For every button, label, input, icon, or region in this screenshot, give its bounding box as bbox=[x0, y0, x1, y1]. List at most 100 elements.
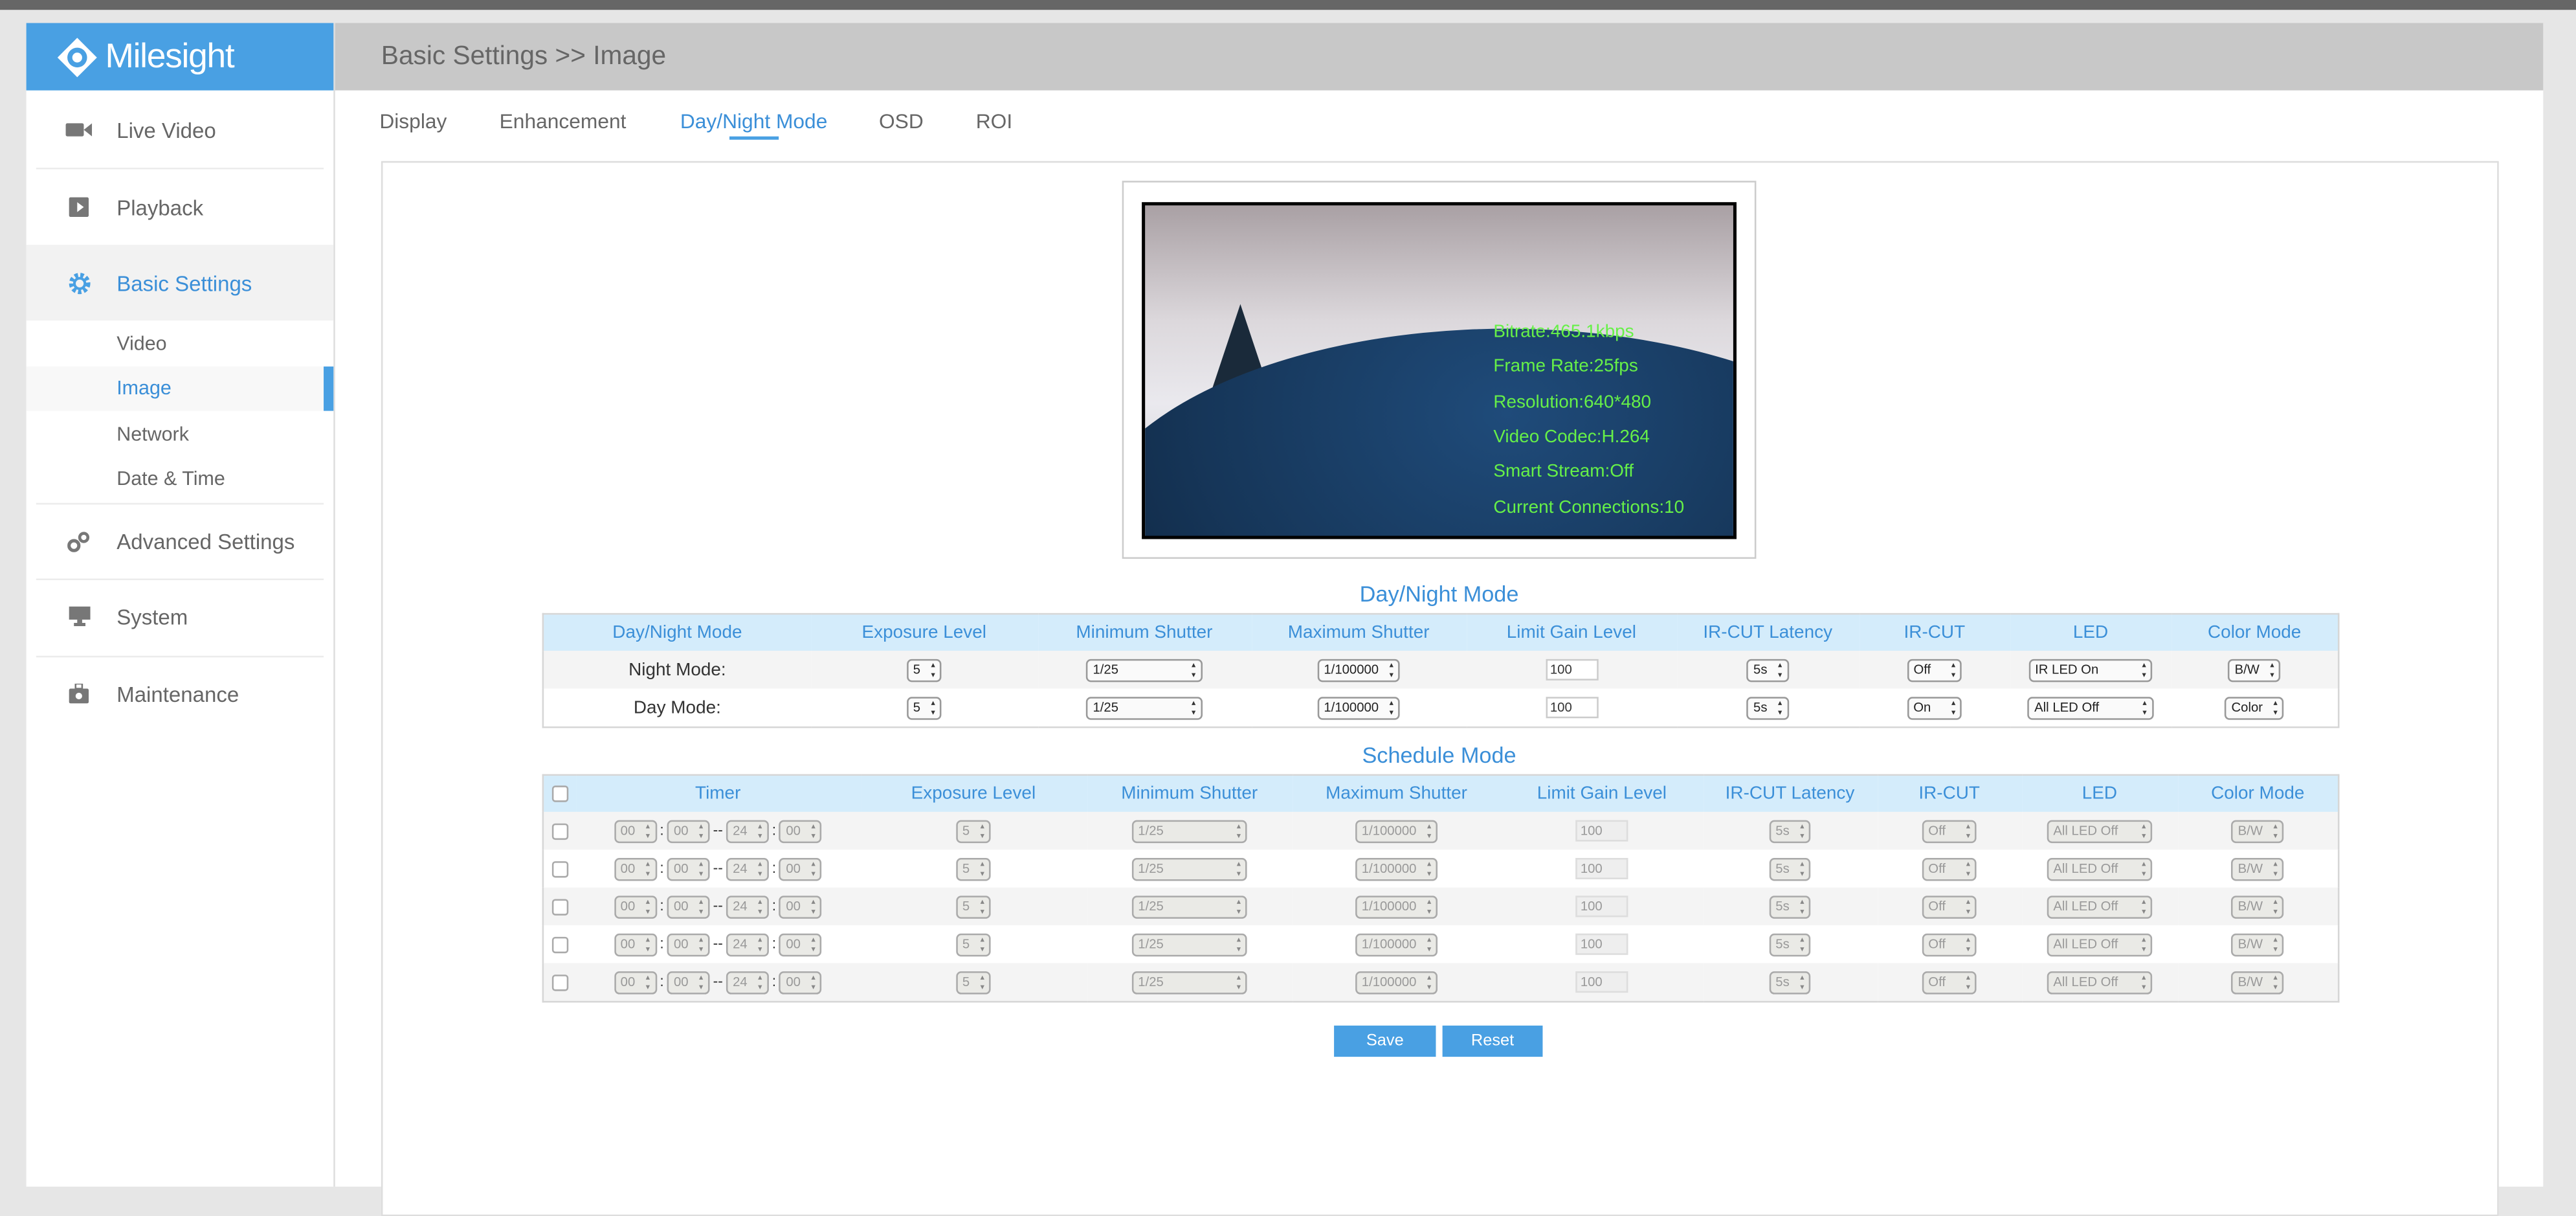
sidebar-item-maintenance[interactable]: Maintenance bbox=[27, 656, 334, 732]
ir-cut-latency-select[interactable]: 5s bbox=[1769, 932, 1811, 956]
ir-cut-select[interactable]: Off bbox=[1922, 895, 1977, 918]
start-minute-select[interactable]: 00 bbox=[667, 895, 710, 918]
exposure-level-select[interactable]: 5 bbox=[955, 857, 992, 881]
end-minute-select[interactable]: 00 bbox=[779, 819, 822, 842]
end-hour-select[interactable]: 24 bbox=[726, 932, 769, 956]
limit-gain-input[interactable]: 100 bbox=[1575, 895, 1628, 918]
sidebar-item-basic-settings[interactable]: Basic Settings bbox=[26, 245, 334, 321]
led-select[interactable]: All LED Off bbox=[2047, 819, 2153, 842]
minimum-shutter-select[interactable]: 1/25 bbox=[1131, 932, 1248, 956]
maximum-shutter-select[interactable]: 1/100000 bbox=[1355, 857, 1438, 881]
color-mode-select[interactable]: B/W bbox=[2231, 819, 2284, 842]
start-hour-select[interactable]: 00 bbox=[614, 857, 657, 881]
end-minute-select[interactable]: 00 bbox=[779, 932, 822, 956]
end-hour-select[interactable]: 24 bbox=[726, 970, 769, 994]
color-mode-select[interactable]: B/W bbox=[2231, 970, 2284, 994]
color-mode-select[interactable]: B/W bbox=[2228, 658, 2281, 682]
led-select[interactable]: All LED Off bbox=[2047, 857, 2153, 881]
sidebar-item-playback[interactable]: Playback bbox=[27, 169, 334, 245]
maximum-shutter-select[interactable]: 1/100000 bbox=[1355, 970, 1438, 994]
led-select[interactable]: All LED Off bbox=[2047, 970, 2153, 994]
sidebar-item-advanced-settings[interactable]: Advanced Settings bbox=[27, 503, 334, 579]
limit-gain-input[interactable]: 100 bbox=[1545, 697, 1598, 719]
start-hour-select[interactable]: 00 bbox=[614, 970, 657, 994]
led-select[interactable]: All LED Off bbox=[2027, 695, 2153, 719]
reset-button[interactable]: Reset bbox=[1442, 1025, 1543, 1057]
minimum-shutter-select[interactable]: 1/25 bbox=[1086, 695, 1203, 719]
video-preview[interactable]: Bitrate:465.1kbps Frame Rate:25fps Resol… bbox=[1142, 202, 1737, 539]
sidebar-subitem-video[interactable]: Video bbox=[27, 322, 334, 367]
limit-gain-input[interactable]: 100 bbox=[1575, 933, 1628, 955]
maximum-shutter-select[interactable]: 1/100000 bbox=[1355, 819, 1438, 842]
maximum-shutter-select[interactable]: 1/100000 bbox=[1317, 695, 1401, 719]
brand-logo[interactable]: Milesight bbox=[26, 23, 334, 91]
minimum-shutter-select[interactable]: 1/25 bbox=[1131, 819, 1248, 842]
end-hour-select[interactable]: 24 bbox=[726, 857, 769, 881]
start-minute-select[interactable]: 00 bbox=[667, 932, 710, 956]
end-minute-select[interactable]: 00 bbox=[779, 970, 822, 994]
maximum-shutter-select[interactable]: 1/100000 bbox=[1355, 932, 1438, 956]
start-hour-select[interactable]: 00 bbox=[614, 932, 657, 956]
led-select[interactable]: All LED Off bbox=[2047, 932, 2153, 956]
minimum-shutter-select[interactable]: 1/25 bbox=[1131, 895, 1248, 918]
start-minute-select[interactable]: 00 bbox=[667, 819, 710, 842]
minimum-shutter-select[interactable]: 1/25 bbox=[1131, 857, 1248, 881]
ir-cut-select[interactable]: Off bbox=[1922, 970, 1977, 994]
sidebar-subitem-image[interactable]: Image bbox=[26, 366, 334, 411]
exposure-level-select[interactable]: 5 bbox=[906, 658, 942, 682]
color-mode-select[interactable]: B/W bbox=[2231, 857, 2284, 881]
save-button[interactable]: Save bbox=[1334, 1025, 1436, 1057]
limit-gain-input[interactable]: 100 bbox=[1575, 971, 1628, 993]
ir-cut-latency-select[interactable]: 5s bbox=[1746, 658, 1789, 682]
ir-cut-latency-select[interactable]: 5s bbox=[1769, 970, 1811, 994]
ir-cut-select[interactable]: Off bbox=[1922, 932, 1977, 956]
row-checkbox[interactable] bbox=[551, 936, 568, 953]
ir-cut-select[interactable]: Off bbox=[1907, 658, 1962, 682]
start-hour-select[interactable]: 00 bbox=[614, 895, 657, 918]
start-hour-select[interactable]: 00 bbox=[614, 819, 657, 842]
maximum-shutter-select[interactable]: 1/100000 bbox=[1355, 895, 1438, 918]
end-hour-select[interactable]: 24 bbox=[726, 895, 769, 918]
end-minute-select[interactable]: 00 bbox=[779, 895, 822, 918]
end-minute-select[interactable]: 00 bbox=[779, 857, 822, 881]
tab-day-night-mode[interactable]: Day/Night Mode bbox=[680, 110, 827, 133]
ir-cut-select[interactable]: On bbox=[1907, 695, 1962, 719]
maximum-shutter-select[interactable]: 1/100000 bbox=[1317, 658, 1401, 682]
color-mode-select[interactable]: B/W bbox=[2231, 932, 2284, 956]
tab-osd[interactable]: OSD bbox=[879, 110, 924, 133]
tab-enhancement[interactable]: Enhancement bbox=[500, 110, 627, 133]
sidebar-subitem-date-time[interactable]: Date & Time bbox=[27, 457, 334, 502]
led-select[interactable]: All LED Off bbox=[2047, 895, 2153, 918]
led-select[interactable]: IR LED On bbox=[2028, 658, 2153, 682]
color-mode-select[interactable]: B/W bbox=[2231, 895, 2284, 918]
ir-cut-select[interactable]: Off bbox=[1922, 819, 1977, 842]
exposure-level-select[interactable]: 5 bbox=[955, 895, 992, 918]
exposure-level-select[interactable]: 5 bbox=[955, 932, 992, 956]
row-checkbox[interactable] bbox=[551, 861, 568, 877]
start-minute-select[interactable]: 00 bbox=[667, 857, 710, 881]
sidebar-subitem-network[interactable]: Network bbox=[27, 412, 334, 457]
exposure-level-select[interactable]: 5 bbox=[955, 819, 992, 842]
minimum-shutter-select[interactable]: 1/25 bbox=[1131, 970, 1248, 994]
row-checkbox[interactable] bbox=[551, 898, 568, 915]
minimum-shutter-select[interactable]: 1/25 bbox=[1086, 658, 1203, 682]
row-checkbox[interactable] bbox=[551, 822, 568, 840]
ir-cut-latency-select[interactable]: 5s bbox=[1769, 819, 1811, 842]
end-hour-select[interactable]: 24 bbox=[726, 819, 769, 842]
ir-cut-latency-select[interactable]: 5s bbox=[1769, 895, 1811, 918]
ir-cut-latency-select[interactable]: 5s bbox=[1746, 695, 1789, 719]
limit-gain-input[interactable]: 100 bbox=[1575, 820, 1628, 842]
tab-roi[interactable]: ROI bbox=[976, 110, 1012, 133]
limit-gain-input[interactable]: 100 bbox=[1545, 659, 1598, 681]
exposure-level-select[interactable]: 5 bbox=[955, 970, 992, 994]
sidebar-item-live-video[interactable]: Live Video bbox=[27, 92, 334, 168]
select-all-checkbox[interactable] bbox=[551, 785, 568, 802]
tab-display[interactable]: Display bbox=[379, 110, 447, 133]
color-mode-select[interactable]: Color bbox=[2225, 695, 2285, 719]
ir-cut-select[interactable]: Off bbox=[1922, 857, 1977, 881]
exposure-level-select[interactable]: 5 bbox=[906, 695, 942, 719]
start-minute-select[interactable]: 00 bbox=[667, 970, 710, 994]
row-checkbox[interactable] bbox=[551, 974, 568, 991]
ir-cut-latency-select[interactable]: 5s bbox=[1769, 857, 1811, 881]
limit-gain-input[interactable]: 100 bbox=[1575, 857, 1628, 879]
